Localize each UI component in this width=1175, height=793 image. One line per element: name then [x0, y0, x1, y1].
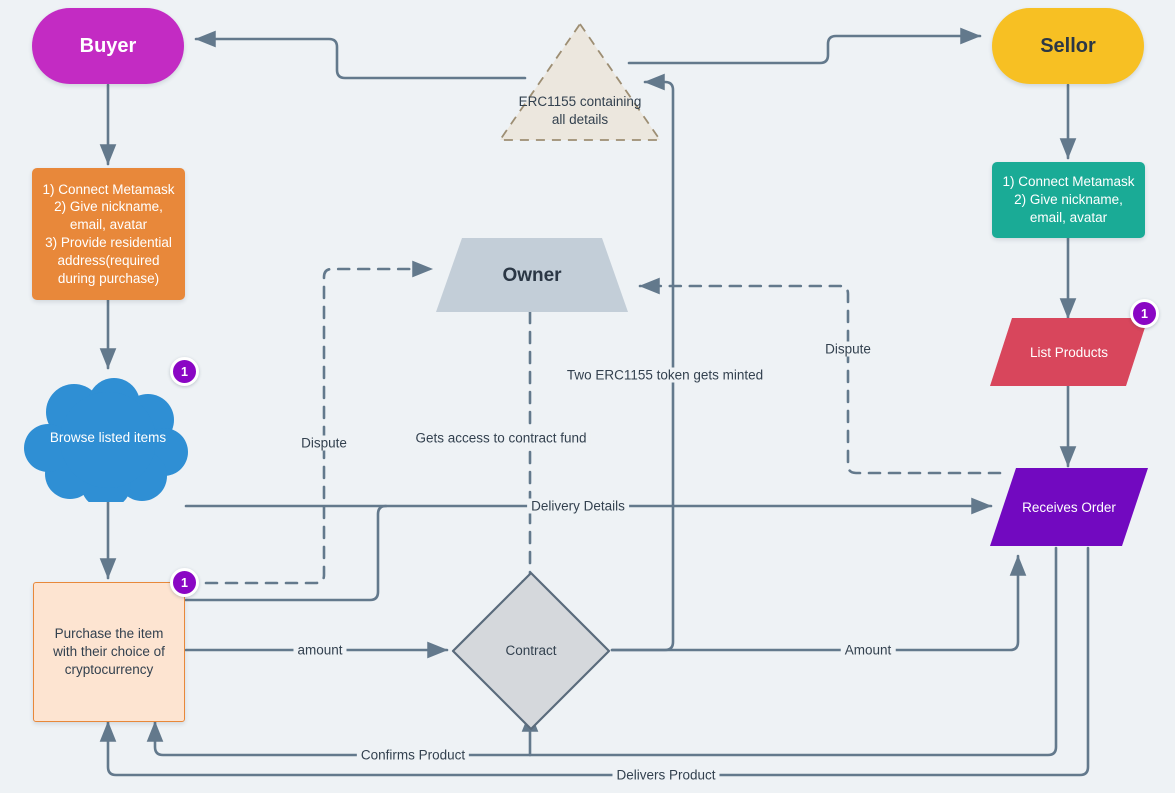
badge-browse-listed-items[interactable]: 1: [170, 357, 199, 386]
flowchart-canvas: Buyer Sellor 1) Connect Metamask 2) Give…: [0, 0, 1175, 793]
node-seller-steps[interactable]: 1) Connect Metamask 2) Give nickname, em…: [992, 162, 1145, 238]
edge-erc1155-to-buyer: [194, 30, 527, 80]
node-sellor-label: Sellor: [1040, 34, 1096, 57]
node-browse-label: Browse listed items: [49, 430, 167, 446]
node-buyer-label: Buyer: [79, 34, 137, 57]
edge-label-tokens-minted: Two ERC1155 token gets minted: [562, 367, 768, 383]
edge-label-dispute-right: Dispute: [821, 341, 875, 357]
trapezoid-icon: [436, 238, 628, 312]
parallelogram-icon: [990, 468, 1148, 546]
edge-label-dispute-left: Dispute: [297, 435, 351, 451]
diamond-icon: [451, 571, 611, 731]
node-owner-shape[interactable]: [436, 238, 628, 314]
node-erc1155-shape[interactable]: [495, 18, 665, 146]
edge-erc1155-to-sellor: [627, 27, 982, 65]
triangle-icon: [498, 22, 662, 141]
node-seller-steps-label: 1) Connect Metamask 2) Give nickname, em…: [1002, 174, 1135, 225]
edge-label-delivery-details: Delivery Details: [527, 498, 629, 514]
node-receives-order-shape[interactable]: [990, 468, 1148, 548]
node-purchase-label: Purchase the item with their choice of c…: [53, 626, 165, 677]
edge-purchase-elbow: [184, 504, 388, 602]
parallelogram-icon: [990, 318, 1148, 386]
node-purchase[interactable]: Purchase the item with their choice of c…: [33, 582, 185, 722]
edge-label-confirms-product: Confirms Product: [356, 747, 470, 763]
edge-contract-to-erc1155: [610, 73, 675, 652]
node-list-products-shape[interactable]: [990, 318, 1148, 388]
node-buyer-steps[interactable]: 1) Connect Metamask 2) Give nickname, em…: [32, 168, 185, 300]
badge-purchase-item[interactable]: 1: [170, 568, 199, 597]
edge-label-delivers-product: Delivers Product: [612, 767, 720, 783]
node-sellor[interactable]: Sellor: [992, 8, 1144, 84]
node-buyer-steps-label: 1) Connect Metamask 2) Give nickname, em…: [42, 181, 175, 286]
node-browse[interactable]: Browse listed items: [22, 374, 194, 509]
node-contract-shape[interactable]: [450, 570, 612, 732]
edge-purchase-to-owner-dispute: [184, 260, 434, 585]
badge-list-products[interactable]: 1: [1130, 299, 1159, 328]
edge-label-amount-lower: amount: [293, 642, 347, 658]
edge-label-amount-upper: Amount: [840, 642, 896, 658]
edge-label-contract-fund: Gets access to contract fund: [411, 430, 591, 446]
edge-contract-to-receives-amount: [610, 554, 1027, 652]
node-buyer[interactable]: Buyer: [32, 8, 184, 84]
